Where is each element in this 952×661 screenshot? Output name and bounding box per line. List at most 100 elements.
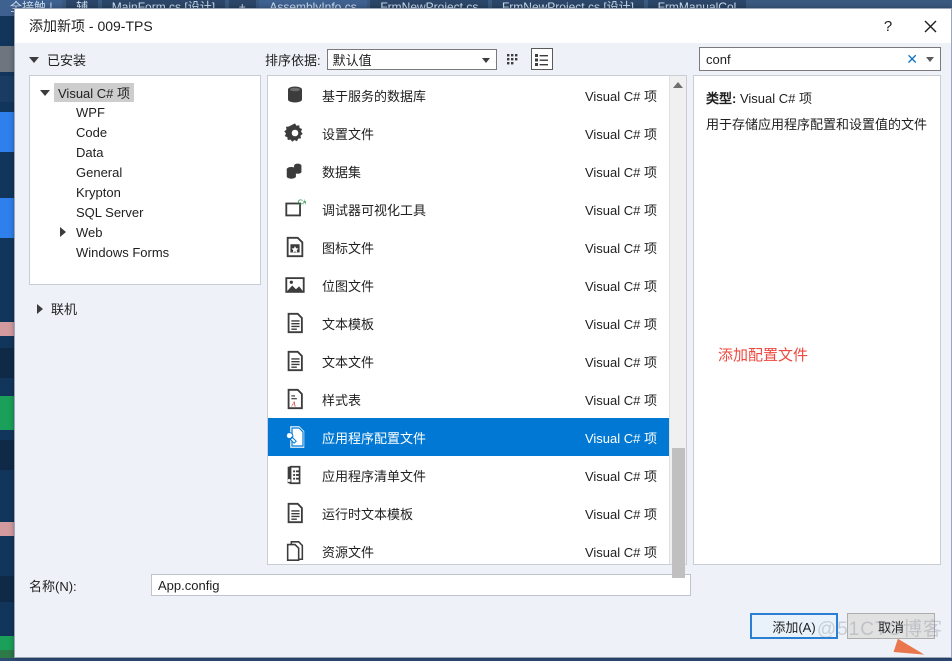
list-item[interactable]: 资源文件 Visual C# 项: [268, 532, 669, 564]
tree-item-code[interactable]: Code: [30, 122, 260, 142]
list-item[interactable]: 基于服务的数据库 Visual C# 项: [268, 76, 669, 114]
cancel-button-label: 取消: [878, 617, 904, 636]
list-item[interactable]: 文本模板 Visual C# 项: [268, 304, 669, 342]
list-item-type: Visual C# 项: [585, 314, 657, 333]
list-item[interactable]: 文本文件 Visual C# 项: [268, 342, 669, 380]
tree-item-visual-csharp[interactable]: Visual C# 项: [30, 82, 260, 102]
background-left-toolbar: [0, 16, 14, 658]
template-list-scrollbar[interactable]: [669, 76, 686, 564]
annotation-text: 添加配置文件: [718, 344, 808, 365]
list-item[interactable]: C# 调试器可视化工具 Visual C# 项: [268, 190, 669, 228]
detail-type-label: 类型:: [706, 91, 736, 106]
icon-file-icon: [282, 234, 308, 260]
debugger-visualizer-icon: C#: [282, 196, 308, 222]
tree-item-label: Krypton: [76, 185, 121, 200]
sort-by-group: 排序依据: 默认值: [265, 49, 497, 70]
search-input[interactable]: [706, 52, 901, 67]
toolbar-chip: [0, 76, 14, 102]
list-item-type: Visual C# 项: [585, 276, 657, 295]
tree-item-krypton[interactable]: Krypton: [30, 182, 260, 202]
list-item[interactable]: A 样式表 Visual C# 项: [268, 380, 669, 418]
list-item[interactable]: 位图文件 Visual C# 项: [268, 266, 669, 304]
text-file-icon: [282, 348, 308, 374]
text-template-icon: [282, 310, 308, 336]
tree-item-general[interactable]: General: [30, 162, 260, 182]
list-item-name: 应用程序清单文件: [322, 466, 585, 485]
dialog-title: 添加新项 - 009-TPS: [29, 16, 867, 36]
chevron-down-icon: [482, 58, 490, 63]
app-manifest-icon: [282, 462, 308, 488]
detail-description: 用于存储应用程序配置和设置值的文件: [706, 115, 928, 135]
template-list: 基于服务的数据库 Visual C# 项 设置文件 Visual C# 项 数据…: [268, 76, 669, 564]
tree-item-windows-forms[interactable]: Windows Forms: [30, 242, 260, 262]
list-item-type: Visual C# 项: [585, 542, 657, 561]
list-item[interactable]: 图标文件 Visual C# 项: [268, 228, 669, 266]
tree-item-label: Visual C# 项: [54, 83, 134, 102]
triangle-up-icon: [673, 82, 683, 88]
list-item[interactable]: 数据集 Visual C# 项: [268, 152, 669, 190]
online-section-header[interactable]: 联机: [29, 299, 261, 318]
list-item-type: Visual C# 项: [585, 466, 657, 485]
list-item-type: Visual C# 项: [585, 200, 657, 219]
svg-text:C#: C#: [298, 198, 306, 206]
list-item-type: Visual C# 项: [585, 504, 657, 523]
close-button[interactable]: [909, 9, 951, 43]
svg-text:A: A: [290, 399, 296, 408]
name-label: 名称(N):: [29, 576, 151, 595]
tree-item-label: WPF: [76, 105, 105, 120]
tree-item-data[interactable]: Data: [30, 142, 260, 162]
toolbar-chip: [0, 440, 14, 470]
gear-icon: [282, 120, 308, 146]
dialog-body: Visual C# 项 WPF Code Data General Krypto…: [15, 75, 951, 565]
tree-item-label: Windows Forms: [76, 245, 169, 260]
list-item[interactable]: 应用程序清单文件 Visual C# 项: [268, 456, 669, 494]
list-item-type: Visual C# 项: [585, 124, 657, 143]
small-icons-view-button[interactable]: [503, 48, 525, 70]
name-input[interactable]: [151, 574, 691, 596]
sort-by-value: 默认值: [333, 50, 372, 69]
chevron-down-icon: [40, 89, 54, 96]
tree-item-wpf[interactable]: WPF: [30, 102, 260, 122]
help-button[interactable]: ?: [867, 9, 909, 43]
scroll-up-button[interactable]: [670, 76, 686, 93]
list-item-name: 设置文件: [322, 124, 585, 143]
list-item-type: Visual C# 项: [585, 352, 657, 371]
list-item-name: 位图文件: [322, 276, 585, 295]
list-item[interactable]: 设置文件 Visual C# 项: [268, 114, 669, 152]
tree-item-web[interactable]: Web: [30, 222, 260, 242]
chevron-right-icon: [37, 304, 43, 314]
list-item-name: 应用程序配置文件: [322, 428, 585, 447]
template-details-pane: 类型: Visual C# 项 用于存储应用程序配置和设置值的文件 添加配置文件: [693, 75, 941, 565]
detail-type-value: Visual C# 项: [740, 91, 812, 106]
scrollbar-thumb[interactable]: [672, 448, 685, 578]
add-new-item-dialog: 添加新项 - 009-TPS ? 已安装 排序依据: 默认值: [14, 8, 952, 658]
list-item-selected[interactable]: 应用程序配置文件 Visual C# 项: [268, 418, 669, 456]
search-box[interactable]: ✕: [699, 47, 941, 71]
question-mark-icon: ?: [884, 18, 892, 35]
tree-item-label: Data: [76, 145, 103, 160]
toolbar-chip: [0, 46, 14, 72]
search-dropdown-icon[interactable]: [926, 57, 934, 62]
runtime-text-template-icon: [282, 500, 308, 526]
list-item[interactable]: 运行时文本模板 Visual C# 项: [268, 494, 669, 532]
list-item-name: 资源文件: [322, 542, 585, 561]
bitmap-file-icon: [282, 272, 308, 298]
add-button[interactable]: 添加(A): [750, 613, 838, 639]
detail-type-row: 类型: Visual C# 项: [706, 88, 928, 107]
installed-section-header[interactable]: 已安装: [29, 50, 261, 69]
database-icon: [282, 82, 308, 108]
tree-item-sql-server[interactable]: SQL Server: [30, 202, 260, 222]
sort-by-dropdown[interactable]: 默认值: [327, 49, 497, 70]
list-item-type: Visual C# 项: [585, 390, 657, 409]
toolbar-chip: [0, 348, 14, 378]
resource-file-icon: [282, 538, 308, 564]
list-view-button[interactable]: [531, 48, 553, 70]
name-field-row: 名称(N):: [15, 565, 951, 605]
dataset-icon: [282, 158, 308, 184]
clear-search-icon[interactable]: ✕: [901, 51, 923, 68]
app-config-icon: [282, 424, 308, 450]
template-list-pane: 基于服务的数据库 Visual C# 项 设置文件 Visual C# 项 数据…: [267, 75, 687, 565]
cancel-button[interactable]: 取消: [847, 613, 935, 639]
dialog-title-bar: 添加新项 - 009-TPS ?: [15, 9, 951, 43]
template-category-tree: Visual C# 项 WPF Code Data General Krypto…: [29, 75, 261, 285]
